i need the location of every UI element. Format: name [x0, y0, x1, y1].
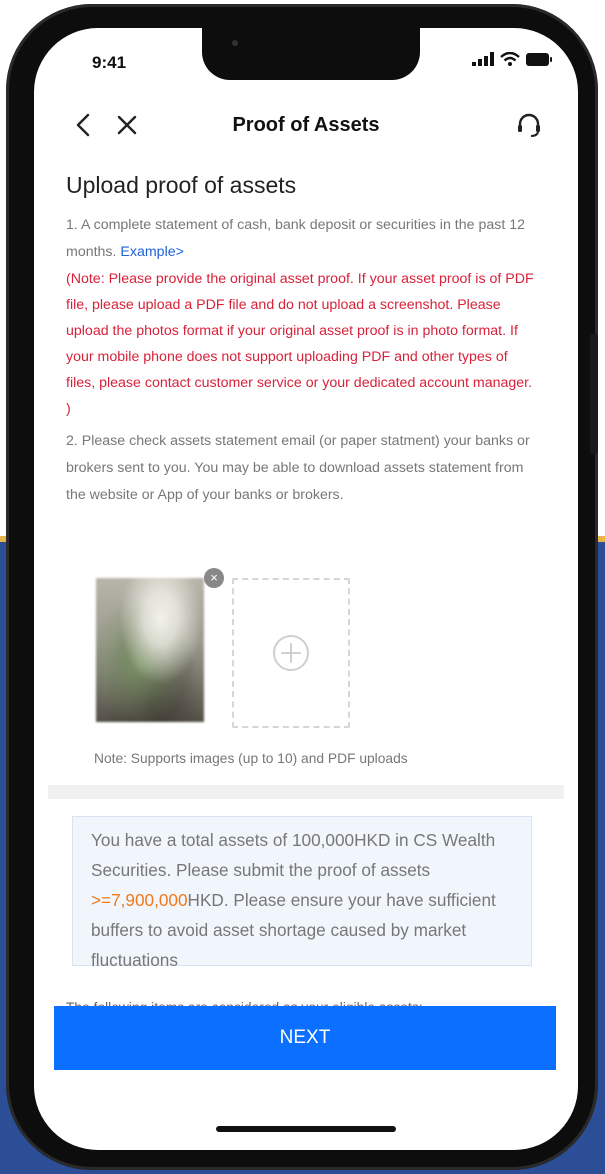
- home-indicator[interactable]: [216, 1126, 396, 1132]
- phone-notch: [202, 28, 420, 80]
- instruction-2: 2. Please check assets statement email (…: [66, 433, 530, 503]
- asset-notice: You have a total assets of 100,000HKD in…: [72, 816, 532, 970]
- warning-note: (Note: Please provide the original asset…: [66, 271, 534, 417]
- add-upload-button[interactable]: [232, 578, 350, 728]
- instruction-1: 1. A complete statement of cash, bank de…: [66, 212, 540, 266]
- next-button[interactable]: NEXT: [54, 1006, 556, 1070]
- nav-bar: Proof of Assets: [34, 104, 578, 148]
- upload-note: Note: Supports images (up to 10) and PDF…: [94, 751, 408, 766]
- status-icons: [472, 52, 552, 66]
- wifi-icon: [500, 52, 520, 66]
- signal-icon: [472, 52, 494, 66]
- page-title: Proof of Assets: [232, 114, 380, 136]
- phone-frame: 9:41 Proof of Assets Upload proof of ass…: [6, 4, 598, 1170]
- section-heading: Upload proof of assets: [66, 172, 297, 198]
- example-link[interactable]: Example>: [120, 244, 183, 260]
- uploaded-image-thumbnail[interactable]: [96, 578, 204, 722]
- phone-side-button: [590, 334, 598, 454]
- remove-image-icon[interactable]: ×: [204, 568, 224, 588]
- notice-text-start: You have a total assets of 100,000HKD in…: [91, 830, 496, 880]
- required-amount: >=7,900,000: [91, 890, 188, 910]
- plus-circle-icon: [273, 635, 309, 671]
- headset-icon[interactable]: [514, 110, 544, 140]
- battery-icon: [526, 52, 552, 66]
- camera-icon: [232, 40, 238, 46]
- status-time: 9:41: [92, 53, 127, 72]
- section-divider: [48, 785, 564, 799]
- phone-screen: 9:41 Proof of Assets Upload proof of ass…: [34, 28, 578, 1150]
